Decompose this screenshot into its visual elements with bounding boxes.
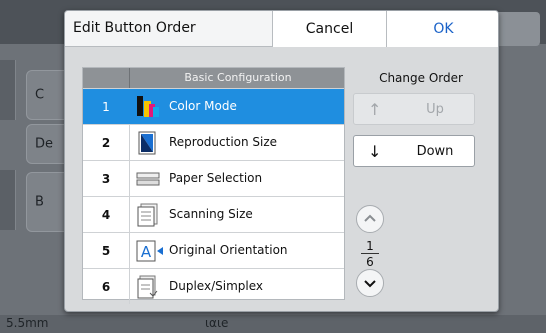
list-item-number: 6 <box>83 269 130 304</box>
page-divider <box>361 253 379 254</box>
chevron-down-icon <box>364 280 376 288</box>
list-item-number: 1 <box>83 89 130 124</box>
original-orientation-icon: A <box>136 239 163 263</box>
duplex-simplex-icon <box>136 275 160 299</box>
background-card-label: De <box>35 136 54 152</box>
list-item-number: 2 <box>83 125 130 160</box>
list-header-title: Basic Configuration <box>184 71 292 84</box>
background-status-text: ιαιe <box>205 316 229 330</box>
reproduction-size-icon <box>136 131 160 155</box>
list-header-number-column <box>83 68 130 88</box>
list-item-reproduction-size[interactable]: 2 Reproduction Size <box>83 124 344 160</box>
move-up-label: Up <box>426 102 444 117</box>
change-order-title: Change Order <box>379 71 463 85</box>
list-header: Basic Configuration <box>83 68 344 88</box>
list-item-label: Color Mode <box>169 99 237 113</box>
edit-button-order-dialog: Edit Button Order Cancel OK Basic Config… <box>64 10 499 312</box>
background-card-label: C <box>35 87 45 103</box>
move-up-button[interactable]: ↑ Up <box>353 93 475 125</box>
list-item-label: Scanning Size <box>169 207 253 221</box>
list-item-label: Duplex/Simplex <box>169 279 263 293</box>
background-card-label: B <box>35 194 44 210</box>
dialog-title: Edit Button Order <box>73 20 196 36</box>
list-item-duplex-simplex[interactable]: 6 Duplex/Simplex <box>83 268 344 304</box>
list-item-number: 5 <box>83 233 130 268</box>
list-item-number: 3 <box>83 161 130 196</box>
background-status-size: 5.5mm <box>6 316 49 330</box>
move-down-label: Down <box>416 144 454 159</box>
paper-selection-icon <box>136 167 160 191</box>
scanning-size-icon <box>136 203 160 227</box>
page-current: 1 <box>366 239 374 253</box>
ok-button[interactable]: OK <box>386 11 498 47</box>
list-item-original-orientation[interactable]: 5 A Original Orientation <box>83 232 344 268</box>
page-up-button[interactable] <box>356 205 384 233</box>
list-item-label: Original Orientation <box>169 243 288 257</box>
chevron-up-icon <box>364 214 376 222</box>
list-item-number: 4 <box>83 197 130 232</box>
dialog-header: Edit Button Order Cancel OK <box>65 11 498 47</box>
list-item-label: Paper Selection <box>169 171 263 185</box>
page-down-button[interactable] <box>356 269 384 297</box>
button-order-list: Basic Configuration 1 Color Mode 2 Repro… <box>82 67 345 304</box>
background-status-bar: 5.5mm ιαιe <box>0 315 546 333</box>
background-side-tab <box>0 60 16 120</box>
move-down-button[interactable]: ↓ Down <box>353 135 475 167</box>
list-item-paper-selection[interactable]: 3 Paper Selection <box>83 160 344 196</box>
page-total: 6 <box>366 255 374 269</box>
arrow-up-icon: ↑ <box>368 100 382 119</box>
background-side-tab <box>0 170 16 230</box>
color-mode-icon <box>136 95 160 119</box>
list-item-label: Reproduction Size <box>169 135 278 149</box>
cancel-button[interactable]: Cancel <box>272 11 386 47</box>
svg-text:A: A <box>141 243 152 261</box>
arrow-down-icon: ↓ <box>368 142 382 161</box>
list-item-color-mode[interactable]: 1 Color Mode <box>83 88 344 124</box>
list-item-scanning-size[interactable]: 4 Scanning Size <box>83 196 344 232</box>
